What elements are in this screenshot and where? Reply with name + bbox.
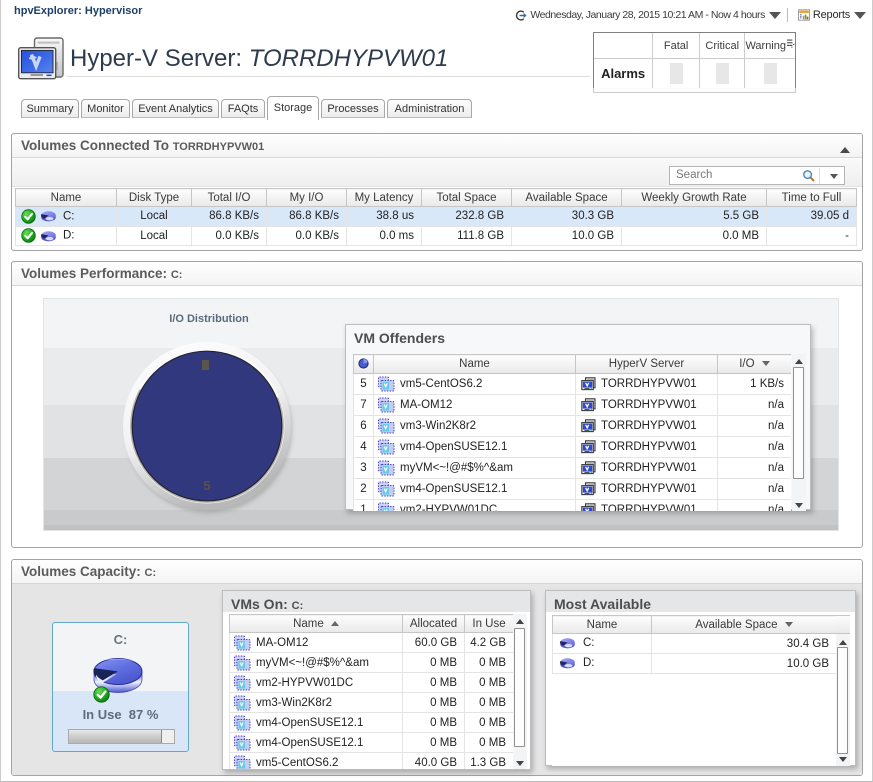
svg-text:5: 5 xyxy=(203,478,210,493)
